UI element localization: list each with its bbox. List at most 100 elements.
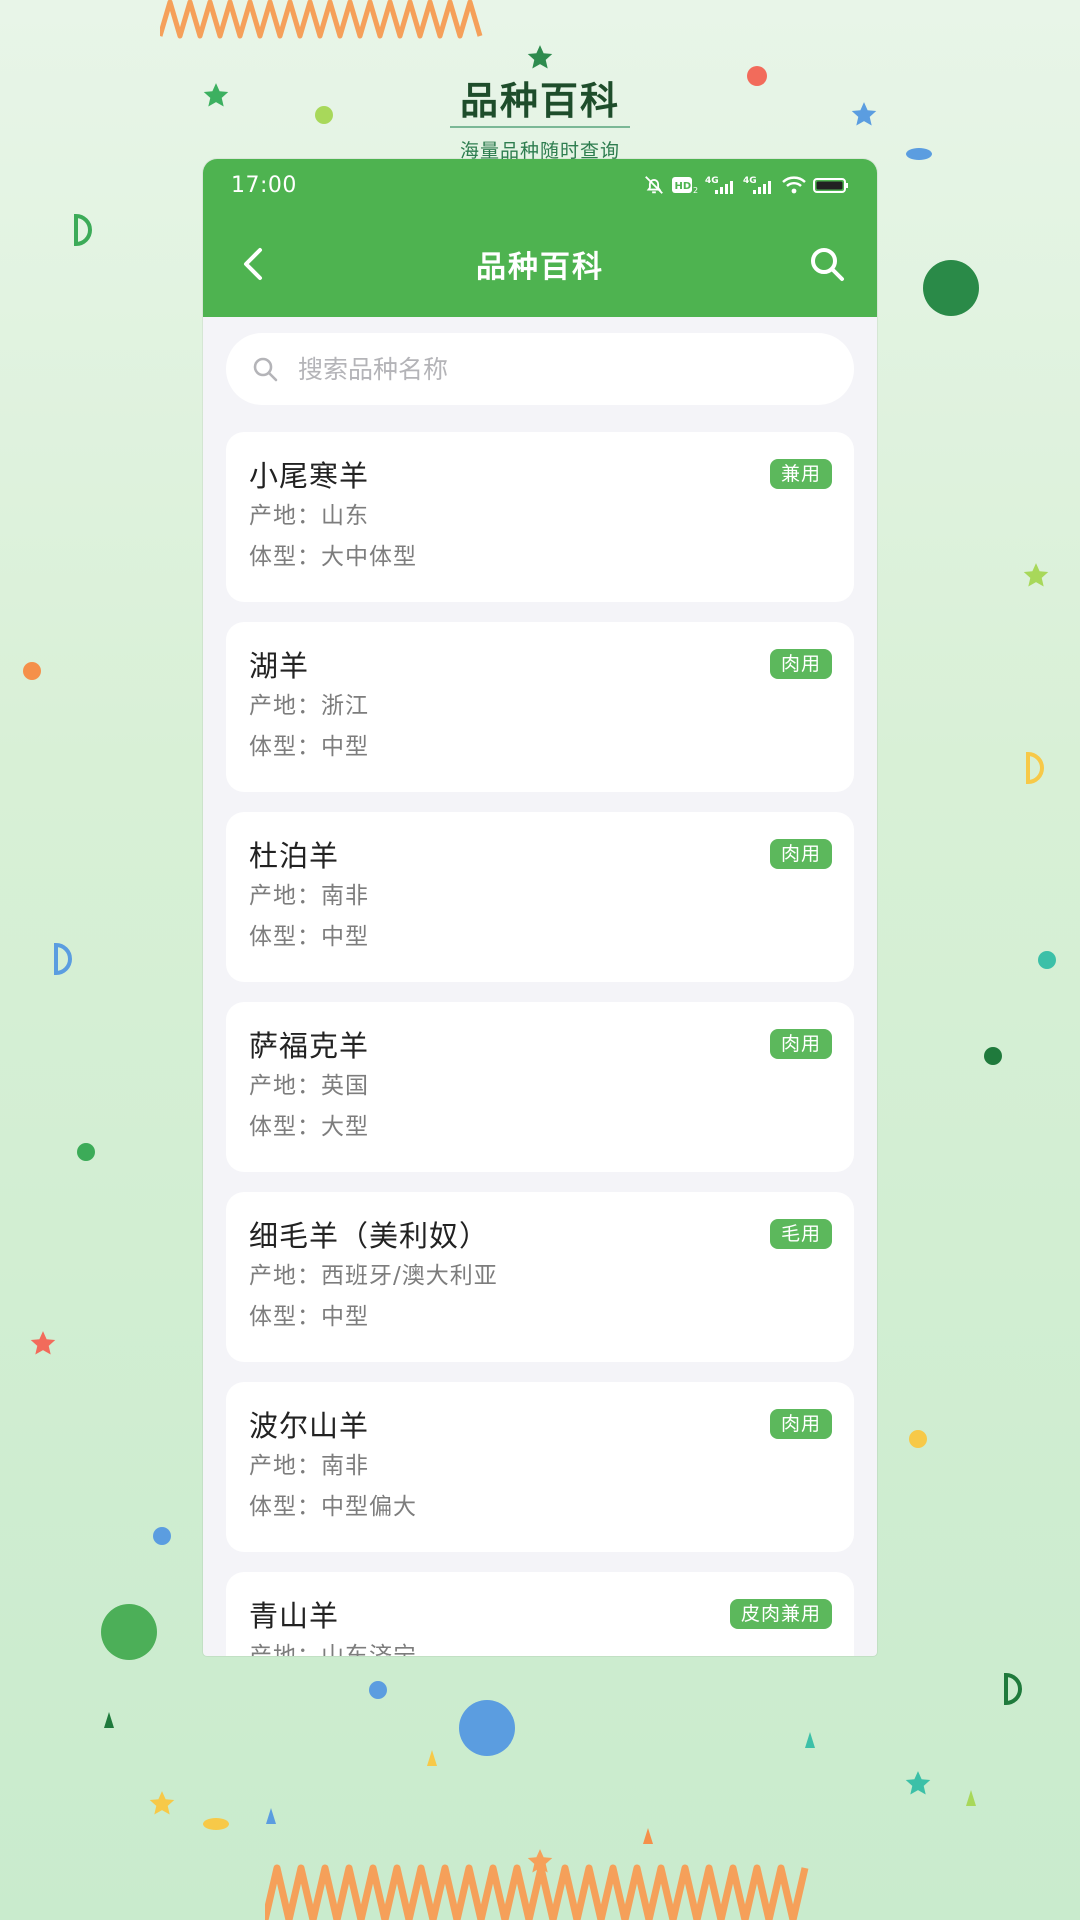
body-label: 体型： bbox=[249, 734, 321, 760]
dot-decoration bbox=[77, 1143, 95, 1161]
dot-decoration bbox=[23, 662, 41, 680]
signal-4g-icon: 4G bbox=[743, 176, 771, 194]
status-time: 17:00 bbox=[231, 172, 297, 198]
origin-label: 产地： bbox=[249, 503, 321, 529]
origin-value: 英国 bbox=[321, 1073, 369, 1099]
origin-row: 产地：南非 bbox=[249, 876, 832, 917]
hd-icon: HD 2 bbox=[672, 177, 698, 195]
breed-card[interactable]: 小尾寒羊 兼用 产地：山东 体型：大中体型 bbox=[226, 432, 854, 602]
body-row: 体型：中型 bbox=[249, 917, 832, 958]
usage-tag: 皮肉兼用 bbox=[729, 1599, 832, 1629]
breed-name: 杜泊羊 bbox=[249, 839, 340, 873]
body-label: 体型： bbox=[249, 1114, 321, 1140]
star-decoration bbox=[30, 1331, 56, 1355]
breed-card[interactable]: 细毛羊（美利奴） 毛用 产地：西班牙/澳大利亚 体型：中型 bbox=[226, 1192, 854, 1362]
origin-label: 产地： bbox=[249, 1643, 321, 1656]
breed-name: 波尔山羊 bbox=[249, 1409, 370, 1443]
svg-text:HD: HD bbox=[675, 181, 692, 192]
star-decoration bbox=[905, 1771, 931, 1795]
dot-decoration bbox=[153, 1527, 171, 1545]
breed-list: 小尾寒羊 兼用 产地：山东 体型：大中体型 湖羊 肉用 产地：浙江 体型：中型 … bbox=[226, 432, 854, 1656]
half-circle-decoration bbox=[74, 214, 92, 246]
breed-name: 湖羊 bbox=[249, 649, 310, 683]
promo-title: 品种百科 bbox=[459, 79, 620, 123]
body-value: 中型 bbox=[321, 734, 369, 760]
breed-card[interactable]: 青山羊 皮肉兼用 产地：山东济宁 体型： bbox=[226, 1572, 854, 1656]
origin-label: 产地： bbox=[249, 1453, 321, 1479]
back-arrow-icon[interactable] bbox=[235, 244, 275, 284]
body-row: 体型：大中体型 bbox=[249, 537, 832, 578]
origin-value: 南非 bbox=[321, 883, 369, 909]
body-value: 中型 bbox=[321, 1304, 369, 1330]
origin-value: 南非 bbox=[321, 1453, 369, 1479]
usage-tag: 肉用 bbox=[769, 1029, 832, 1059]
origin-row: 产地：西班牙/澳大利亚 bbox=[249, 1256, 832, 1297]
dot-decoration bbox=[909, 1430, 927, 1448]
origin-value: 山东 bbox=[321, 503, 369, 529]
bell-off-icon bbox=[645, 176, 663, 194]
half-circle-decoration bbox=[54, 943, 72, 975]
svg-text:2: 2 bbox=[693, 186, 698, 195]
origin-row: 产地：英国 bbox=[249, 1066, 832, 1107]
origin-label: 产地： bbox=[249, 1263, 321, 1289]
origin-value: 浙江 bbox=[321, 693, 369, 719]
body-label: 体型： bbox=[249, 924, 321, 950]
dot-decoration bbox=[203, 1818, 229, 1830]
breed-name: 细毛羊（美利奴） bbox=[249, 1219, 490, 1253]
star-decoration bbox=[1023, 563, 1049, 587]
origin-row: 产地：南非 bbox=[249, 1446, 832, 1487]
dot-decoration bbox=[984, 1047, 1002, 1065]
svg-text:4G: 4G bbox=[743, 176, 757, 186]
dot-decoration bbox=[1038, 951, 1056, 969]
battery-icon bbox=[813, 178, 848, 193]
usage-tag: 毛用 bbox=[769, 1219, 832, 1249]
search-icon[interactable] bbox=[807, 244, 847, 284]
origin-row: 产地：浙江 bbox=[249, 686, 832, 727]
body-row: 体型：大型 bbox=[249, 1107, 832, 1148]
breed-card[interactable]: 湖羊 肉用 产地：浙江 体型：中型 bbox=[226, 622, 854, 792]
origin-value: 西班牙/澳大利亚 bbox=[321, 1263, 498, 1289]
star-decoration bbox=[527, 1849, 553, 1873]
usage-tag: 兼用 bbox=[769, 459, 832, 489]
triangle-decoration bbox=[805, 1732, 815, 1748]
body-label: 体型： bbox=[249, 544, 321, 570]
search-input[interactable] bbox=[296, 353, 780, 385]
body-value: 大中体型 bbox=[321, 544, 417, 570]
usage-tag: 肉用 bbox=[769, 649, 832, 679]
origin-label: 产地： bbox=[249, 883, 321, 909]
search-icon bbox=[253, 357, 278, 382]
triangle-decoration bbox=[966, 1790, 976, 1806]
triangle-decoration bbox=[427, 1750, 437, 1766]
wifi-icon bbox=[782, 176, 806, 194]
half-circle-decoration bbox=[1026, 752, 1044, 784]
breed-card[interactable]: 杜泊羊 肉用 产地：南非 体型：中型 bbox=[226, 812, 854, 982]
origin-label: 产地： bbox=[249, 693, 321, 719]
origin-label: 产地： bbox=[249, 1073, 321, 1099]
breed-card[interactable]: 萨福克羊 肉用 产地：英国 体型：大型 bbox=[226, 1002, 854, 1172]
usage-tag: 肉用 bbox=[769, 839, 832, 869]
page-title: 品种百科 bbox=[476, 250, 604, 285]
promo-underline bbox=[450, 126, 630, 128]
origin-row: 产地：山东济宁 bbox=[249, 1636, 832, 1656]
breed-name: 萨福克羊 bbox=[249, 1029, 370, 1063]
dot-decoration bbox=[923, 260, 979, 316]
signal-4g-icon: 4G bbox=[705, 176, 733, 194]
body-value: 中型偏大 bbox=[321, 1494, 417, 1520]
breed-name: 小尾寒羊 bbox=[249, 459, 370, 493]
phone-screen: 17:00 HD2 4G 4G 品种百科 小尾寒羊 兼用 产地：山东 体型：大中… bbox=[203, 159, 877, 1656]
star-decoration bbox=[527, 45, 553, 69]
zigzag-decoration-top bbox=[160, 0, 483, 39]
usage-tag: 肉用 bbox=[769, 1409, 832, 1439]
svg-text:4G: 4G bbox=[705, 176, 719, 186]
body-row: 体型：中型 bbox=[249, 1297, 832, 1338]
dot-decoration bbox=[459, 1700, 515, 1756]
origin-value: 山东济宁 bbox=[321, 1643, 417, 1656]
promo-header: 品种百科 海量品种随时查询 bbox=[0, 78, 1080, 163]
body-row: 体型：中型 bbox=[249, 727, 832, 768]
status-icons: HD 2 4G 4G bbox=[643, 174, 849, 196]
triangle-decoration bbox=[104, 1712, 114, 1728]
body-value: 大型 bbox=[321, 1114, 369, 1140]
breed-card[interactable]: 波尔山羊 肉用 产地：南非 体型：中型偏大 bbox=[226, 1382, 854, 1552]
search-bar[interactable] bbox=[226, 333, 854, 405]
body-value: 中型 bbox=[321, 924, 369, 950]
